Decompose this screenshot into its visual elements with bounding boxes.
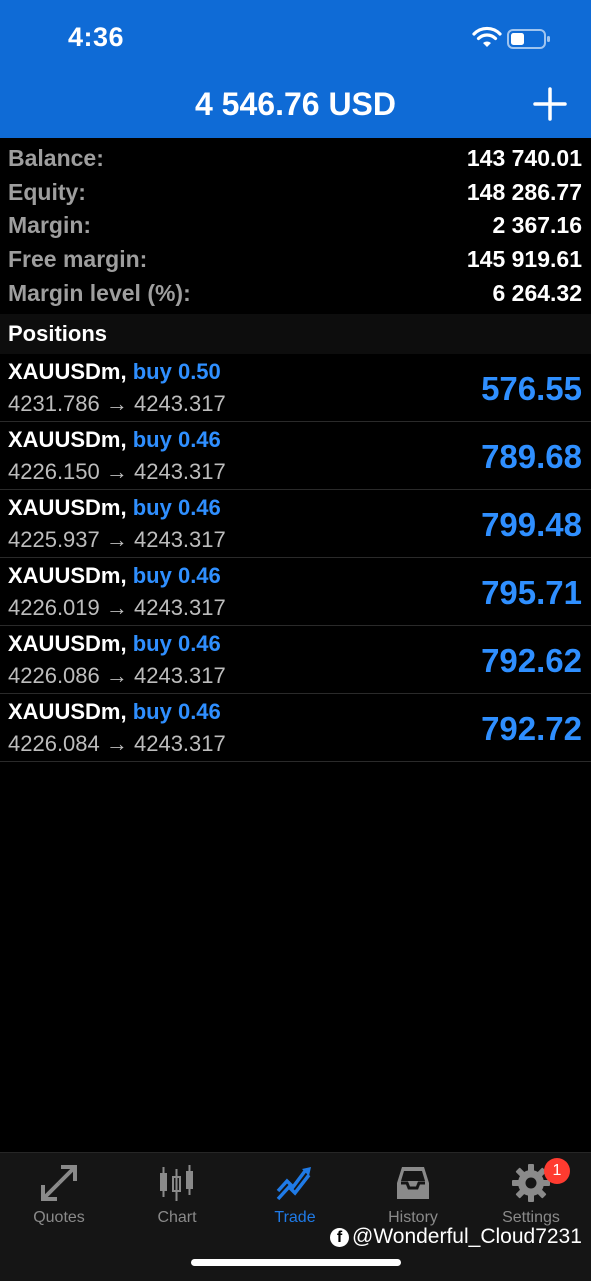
top-header: 4:36 4 546.76 USD — [0, 0, 591, 138]
position-volume: 0.46 — [177, 631, 221, 656]
summary-label: Equity: — [8, 178, 86, 205]
position-profit: 789.68 — [481, 438, 582, 475]
plus-icon[interactable] — [532, 86, 568, 122]
position-side: buy — [132, 563, 172, 588]
position-symbol: XAUUSDm, — [8, 427, 127, 452]
tab-history[interactable]: History — [354, 1153, 472, 1233]
summary-value: 148 286.77 — [466, 178, 582, 205]
position-symbol: XAUUSDm, — [8, 699, 127, 724]
inbox-tray-icon — [397, 1167, 429, 1199]
position-profit: 792.72 — [481, 710, 582, 747]
summary-value: 6 264.32 — [492, 279, 582, 306]
account-summary: Balance: 143 740.01 Equity: 148 286.77 M… — [0, 142, 591, 310]
settings-notification-badge: 1 — [544, 1158, 570, 1184]
account-equity-title[interactable]: 4 546.76 USD — [0, 86, 591, 123]
position-prices: 4226.019 → 4243.317 — [8, 595, 226, 620]
watermark-text: @Wonderful_Cloud7231 — [352, 1225, 582, 1248]
position-side: buy — [132, 359, 172, 384]
trade-trend-icon — [276, 1167, 311, 1201]
candlestick-icon — [160, 1165, 193, 1201]
position-symbol: XAUUSDm, — [8, 359, 127, 384]
position-profit: 799.48 — [481, 506, 582, 543]
summary-value: 143 740.01 — [466, 145, 582, 172]
position-prices: 4226.086 → 4243.317 — [8, 663, 226, 688]
position-row[interactable]: XAUUSDm, buy 0.46 4226.150 → 4243.317 78… — [0, 422, 591, 490]
tab-quotes[interactable]: Quotes — [0, 1153, 118, 1233]
position-symbol: XAUUSDm, — [8, 563, 127, 588]
summary-row-free-margin: Free margin: 145 919.61 — [0, 243, 591, 277]
position-profit: 795.71 — [481, 574, 582, 611]
position-prices: 4225.937 → 4243.317 — [8, 527, 226, 552]
positions-section-header: Positions — [0, 314, 591, 354]
facebook-icon: f — [330, 1227, 349, 1247]
summary-label: Free margin: — [8, 246, 148, 273]
tab-trade[interactable]: Trade — [236, 1153, 354, 1233]
positions-list: XAUUSDm, buy 0.50 4231.786 → 4243.317 57… — [0, 354, 591, 762]
watermark: f @Wonderful_Cloud7231 — [330, 1225, 582, 1249]
summary-row-balance: Balance: 143 740.01 — [0, 142, 591, 176]
summary-row-equity: Equity: 148 286.77 — [0, 176, 591, 210]
home-indicator[interactable] — [191, 1259, 401, 1266]
position-row[interactable]: XAUUSDm, buy 0.46 4226.084 → 4243.317 79… — [0, 694, 591, 762]
position-side: buy — [132, 495, 172, 520]
status-time: 4:36 — [68, 22, 125, 52]
summary-row-margin: Margin: 2 367.16 — [0, 209, 591, 243]
position-symbol: XAUUSDm, — [8, 495, 127, 520]
summary-label: Balance: — [8, 145, 104, 172]
position-prices: 4231.786 → 4243.317 — [8, 391, 226, 416]
position-row[interactable]: XAUUSDm, buy 0.46 4225.937 → 4243.317 79… — [0, 490, 591, 558]
quotes-arrows-icon — [41, 1165, 77, 1201]
summary-row-margin-level: Margin level (%): 6 264.32 — [0, 276, 591, 310]
position-volume: 0.46 — [177, 563, 221, 588]
tab-chart[interactable]: Chart — [118, 1153, 236, 1233]
position-row[interactable]: XAUUSDm, buy 0.46 4226.019 → 4243.317 79… — [0, 558, 591, 626]
tab-settings[interactable]: Settings — [472, 1153, 590, 1233]
position-prices: 4226.150 → 4243.317 — [8, 459, 226, 484]
position-volume: 0.46 — [177, 427, 221, 452]
position-side: buy — [132, 699, 172, 724]
battery-icon — [507, 29, 550, 49]
position-symbol: XAUUSDm, — [8, 631, 127, 656]
position-side: buy — [132, 631, 172, 656]
position-profit: 792.62 — [481, 642, 582, 679]
position-prices: 4226.084 → 4243.317 — [8, 731, 226, 756]
position-side: buy — [132, 427, 172, 452]
summary-label: Margin: — [8, 212, 92, 239]
tab-label: Chart — [157, 1209, 197, 1226]
position-volume: 0.46 — [177, 699, 221, 724]
position-row[interactable]: XAUUSDm, buy 0.50 4231.786 → 4243.317 57… — [0, 354, 591, 422]
summary-value: 2 367.16 — [492, 212, 582, 239]
position-profit: 576.55 — [481, 370, 582, 407]
summary-value: 145 919.61 — [466, 246, 582, 273]
position-volume: 0.46 — [177, 495, 221, 520]
tab-label: Quotes — [33, 1209, 85, 1226]
position-volume: 0.50 — [177, 359, 221, 384]
position-row[interactable]: XAUUSDm, buy 0.46 4226.086 → 4243.317 79… — [0, 626, 591, 694]
wifi-icon — [472, 26, 502, 47]
summary-label: Margin level (%): — [8, 279, 191, 306]
